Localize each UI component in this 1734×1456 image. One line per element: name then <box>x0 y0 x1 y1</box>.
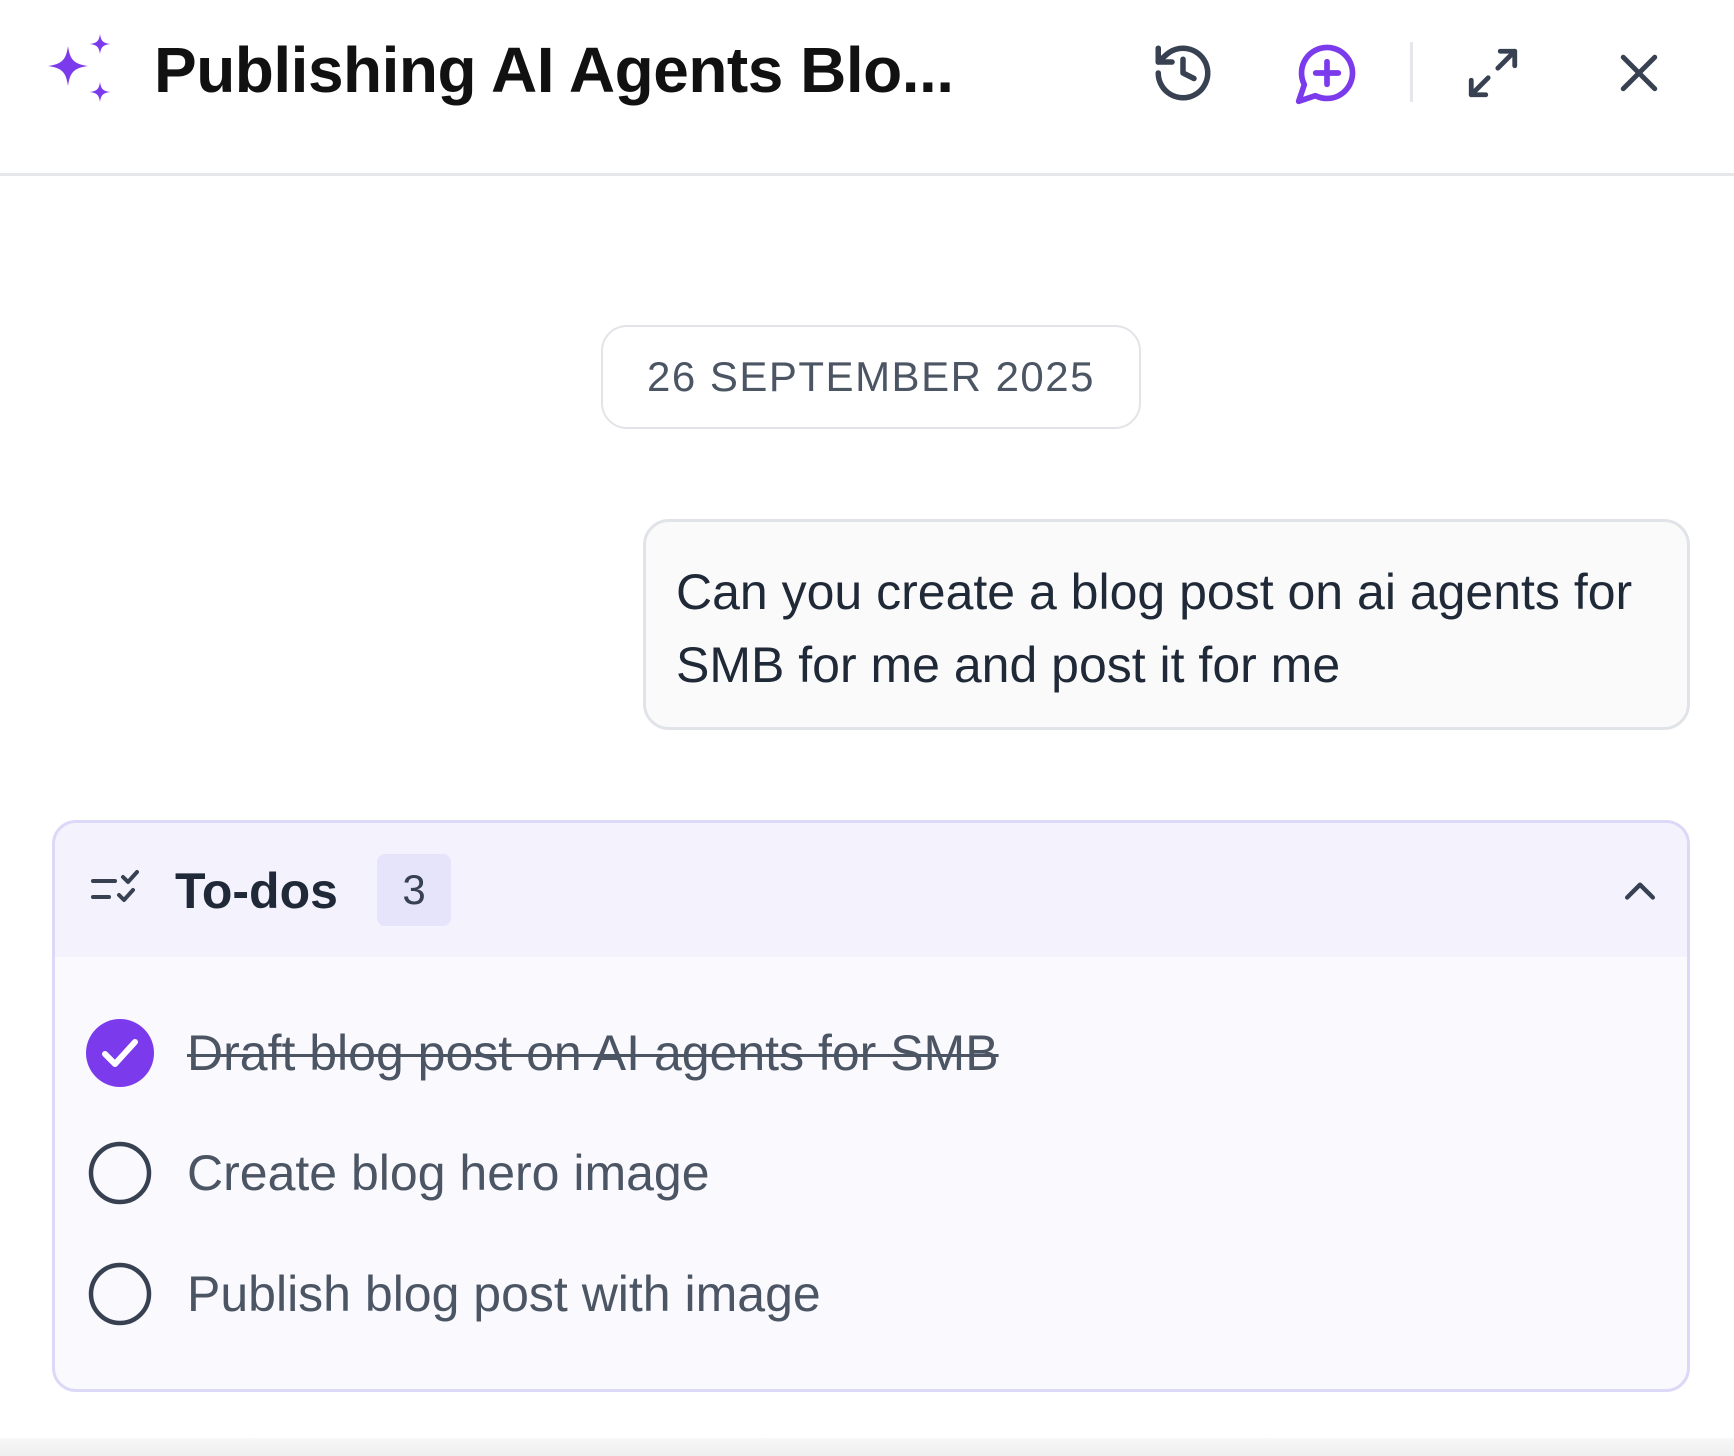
assistant-panel: Publishing AI Agents Blo... 26 SEPTEMBER… <box>0 0 1734 1456</box>
date-separator: 26 SEPTEMBER 2025 <box>601 325 1141 429</box>
empty-circle-icon <box>88 1141 152 1205</box>
close-icon <box>1620 54 1658 92</box>
expand-button[interactable] <box>1458 38 1528 108</box>
collapse-button[interactable] <box>1615 867 1665 917</box>
checklist-icon <box>91 870 139 902</box>
todos-header[interactable]: To-dos 3 <box>55 823 1687 957</box>
todo-label: Publish blog post with image <box>187 1266 821 1322</box>
todos-count-badge: 3 <box>377 854 451 926</box>
new-chat-button[interactable] <box>1292 38 1362 108</box>
check-circle-icon <box>86 1019 154 1087</box>
user-message-bubble: Can you create a blog post on ai agents … <box>643 519 1690 730</box>
todo-item: Create blog hero image <box>85 1133 710 1213</box>
todo-label: Draft blog post on AI agents for SMB <box>187 1025 999 1081</box>
todos-title: To-dos <box>175 863 338 919</box>
bottom-edge <box>0 1438 1734 1456</box>
todo-checkbox-checked[interactable] <box>85 1018 155 1088</box>
todo-item: Publish blog post with image <box>85 1254 821 1334</box>
header-divider <box>1410 42 1413 102</box>
sparkle-icon <box>48 34 110 102</box>
history-button[interactable] <box>1148 38 1218 108</box>
panel-header: Publishing AI Agents Blo... <box>0 0 1734 176</box>
new-chat-icon <box>1295 44 1356 105</box>
close-button[interactable] <box>1604 38 1674 108</box>
history-icon <box>1155 45 1211 101</box>
expand-icon <box>1468 48 1518 98</box>
todo-label: Create blog hero image <box>187 1145 710 1201</box>
todos-card: To-dos 3 Draft blog post on AI agents fo… <box>52 820 1690 1392</box>
empty-circle-icon <box>88 1262 152 1326</box>
chevron-up-icon <box>1624 882 1656 900</box>
todo-checkbox[interactable] <box>85 1138 155 1208</box>
page-title: Publishing AI Agents Blo... <box>154 34 954 106</box>
todo-item: Draft blog post on AI agents for SMB <box>85 1013 999 1093</box>
todo-checkbox[interactable] <box>85 1259 155 1329</box>
